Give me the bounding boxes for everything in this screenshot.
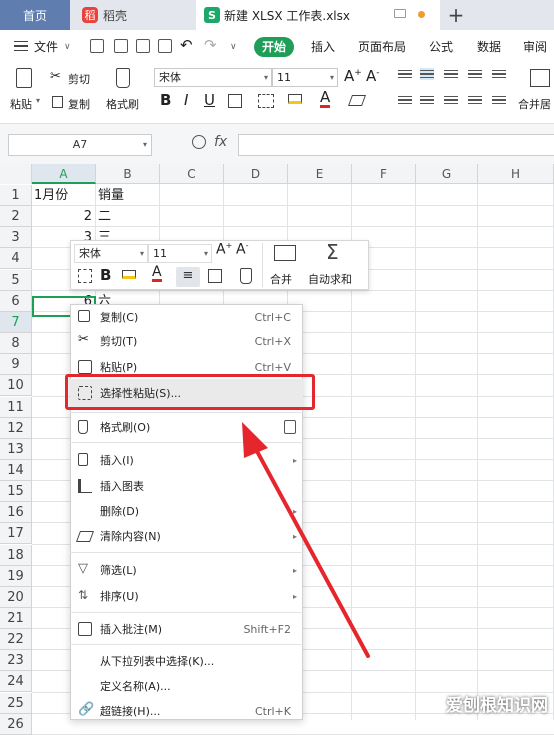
watermark: 爱刨根知识网 [446, 696, 548, 716]
annotation-arrow [242, 422, 370, 658]
arrow-head [242, 422, 268, 458]
arrow-shaft [250, 440, 370, 658]
